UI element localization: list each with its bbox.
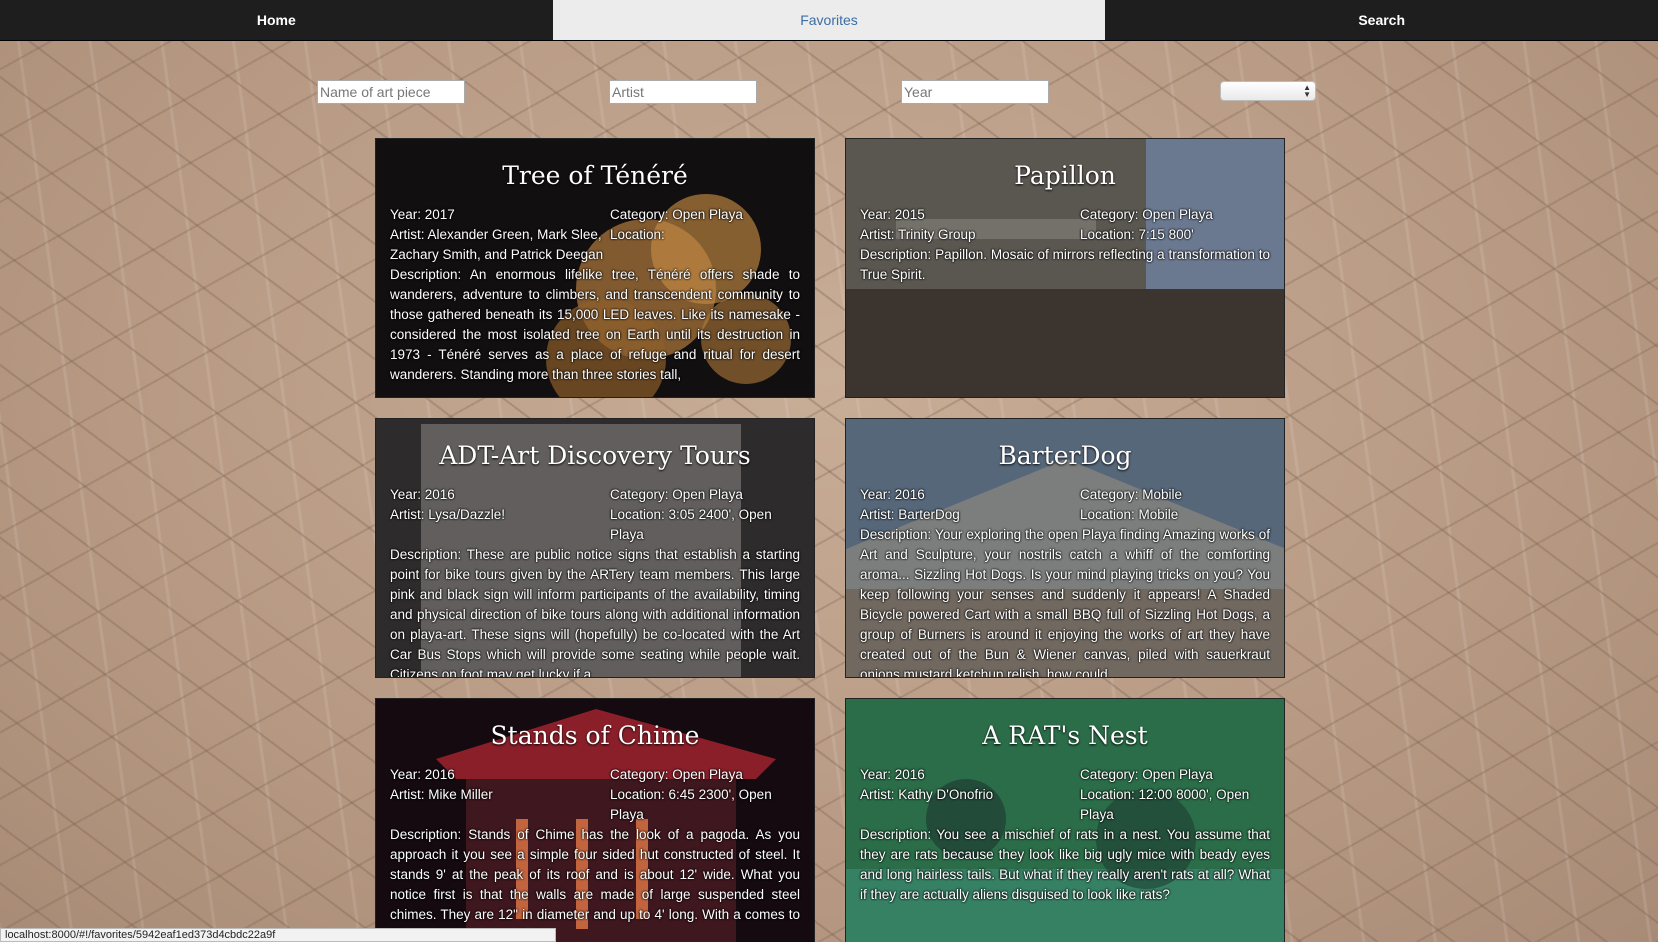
card-category: Category: Open Playa — [610, 767, 743, 782]
art-card[interactable]: A RAT's Nest Year: 2016 Artist: Kathy D'… — [845, 698, 1285, 942]
card-location: Location: 6:45 2300', Open Playa — [610, 787, 772, 822]
card-artist: Artist: Kathy D'Onofrio — [860, 787, 994, 802]
card-category: Category: Open Playa — [1080, 207, 1213, 222]
card-description: Description: Papillon. Mosaic of mirrors… — [860, 247, 1270, 282]
card-location: Location: 7:15 800' — [1080, 227, 1194, 242]
card-title: Tree of Ténéré — [502, 161, 688, 190]
card-description: Description: Your exploring the open Pla… — [860, 527, 1270, 678]
card-location: Location: Mobile — [1080, 507, 1179, 522]
nav-search[interactable]: Search — [1105, 0, 1658, 40]
card-year: Year: 2016 — [390, 767, 455, 782]
card-artist: Artist: Mike Miller — [390, 787, 493, 802]
art-card[interactable]: Stands of Chime Year: 2016 Artist: Mike … — [375, 698, 815, 942]
card-description: Description: Stands of Chime has the loo… — [390, 827, 800, 942]
status-bar-url: localhost:8000/#!/favorites/5942eaf1ed37… — [0, 928, 556, 942]
card-title: Papillon — [1014, 161, 1116, 190]
card-category: Category: Mobile — [1080, 487, 1183, 502]
card-body: Year: 2016 Artist: BarterDog Category: M… — [860, 485, 1270, 678]
card-artist: Artist: Trinity Group — [860, 227, 976, 242]
card-body: Year: 2016 Artist: Kathy D'Onofrio Categ… — [860, 765, 1270, 905]
card-year: Year: 2015 — [860, 207, 925, 222]
select-arrows-icon: ▲ ▼ — [1303, 83, 1311, 99]
name-filter-input[interactable] — [317, 80, 465, 104]
card-title: ADT-Art Discovery Tours — [439, 441, 751, 470]
artist-filter-input[interactable] — [609, 80, 757, 104]
card-location: Location: 12:00 8000', Open Playa — [1080, 787, 1250, 822]
category-select[interactable]: ▲ ▼ — [1220, 81, 1316, 101]
card-category: Category: Open Playa — [610, 487, 743, 502]
card-description: Description: An enormous lifelike tree, … — [390, 267, 800, 382]
card-artist: Artist: Lysa/Dazzle! — [390, 507, 506, 522]
card-body: Year: 2017 Artist: Alexander Green, Mark… — [390, 205, 800, 385]
card-category: Category: Open Playa — [1080, 767, 1213, 782]
card-body: Year: 2016 Artist: Lysa/Dazzle! Category… — [390, 485, 800, 678]
card-description: Description: You see a mischief of rats … — [860, 827, 1270, 902]
card-body: Year: 2015 Artist: Trinity Group Categor… — [860, 205, 1270, 285]
card-artist: Artist: BarterDog — [860, 507, 960, 522]
filter-bar: ▲▼ — [0, 80, 1658, 104]
nav-favorites[interactable]: Favorites — [552, 0, 1106, 40]
art-card[interactable]: BarterDog Year: 2016 Artist: BarterDog C… — [845, 418, 1285, 678]
card-title: A RAT's Nest — [982, 721, 1148, 750]
art-card[interactable]: Papillon Year: 2015 Artist: Trinity Grou… — [845, 138, 1285, 398]
card-description: Description: These are public notice sig… — [390, 547, 800, 678]
card-body: Year: 2016 Artist: Mike Miller Category:… — [390, 765, 800, 942]
card-year: Year: 2017 — [390, 207, 455, 222]
art-card[interactable]: ADT-Art Discovery Tours Year: 2016 Artis… — [375, 418, 815, 678]
card-artist: Artist: Alexander Green, Mark Slee, Zach… — [390, 227, 604, 262]
year-filter-input[interactable] — [901, 80, 1049, 104]
card-year: Year: 2016 — [860, 487, 925, 502]
top-nav: Home Favorites Search — [0, 0, 1658, 41]
card-category: Category: Open Playa — [610, 207, 743, 222]
card-year: Year: 2016 — [390, 487, 455, 502]
card-location: Location: 3:05 2400', Open Playa — [610, 507, 772, 542]
card-location: Location: — [610, 227, 665, 242]
card-year: Year: 2016 — [860, 767, 925, 782]
nav-home[interactable]: Home — [0, 0, 553, 40]
card-title: BarterDog — [998, 441, 1132, 470]
card-title: Stands of Chime — [490, 721, 700, 750]
art-card[interactable]: Tree of Ténéré Year: 2017 Artist: Alexan… — [375, 138, 815, 398]
